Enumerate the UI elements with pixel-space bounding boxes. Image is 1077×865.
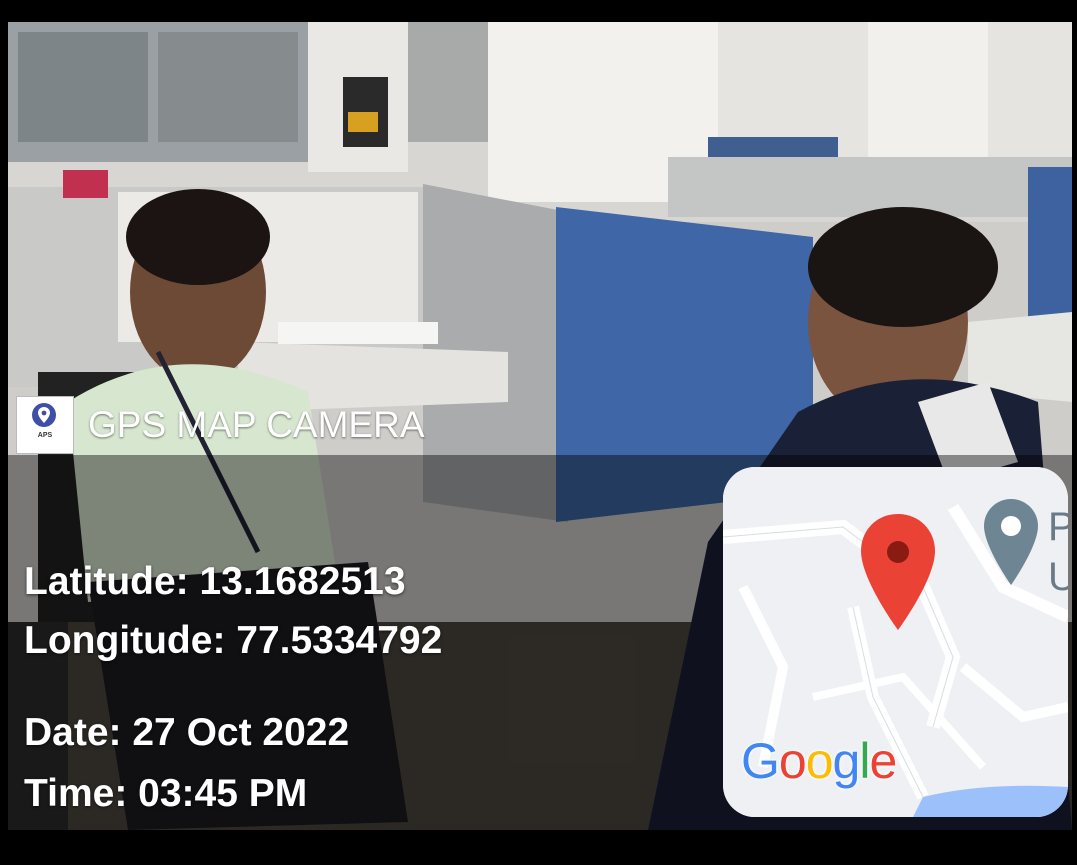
marker-shape <box>861 514 935 630</box>
place-pin-shape <box>984 499 1038 585</box>
gps-camera-brand: APS GPS MAP CAMERA <box>16 393 425 457</box>
app-logo: APS <box>16 396 74 454</box>
google-letter: o <box>778 733 807 789</box>
map-marker-icon <box>861 514 935 630</box>
date-text: Date: 27 Oct 2022 <box>24 711 350 754</box>
google-letter: l <box>859 733 870 789</box>
location-pin-icon <box>32 403 56 427</box>
app-name: GPS MAP CAMERA <box>88 404 425 445</box>
place-label-line1: P <box>1048 505 1068 549</box>
google-attribution: Google <box>741 732 897 790</box>
place-pin-icon <box>984 499 1038 585</box>
google-letter: g <box>832 733 861 789</box>
google-letter: G <box>741 733 780 789</box>
place-label-line2: U <box>1048 555 1068 599</box>
location-map[interactable]: P U Google <box>723 467 1068 817</box>
time-text: Time: 03:45 PM <box>24 772 308 815</box>
latitude-text: Latitude: 13.1682513 <box>24 560 406 603</box>
camera-frame: APS GPS MAP CAMERA Latitude: 13.1682513 … <box>0 0 1077 865</box>
longitude-text: Longitude: 77.5334792 <box>24 619 443 662</box>
google-letter: e <box>869 733 897 789</box>
google-letter: o <box>805 733 834 789</box>
app-logo-text: APS <box>37 432 53 439</box>
